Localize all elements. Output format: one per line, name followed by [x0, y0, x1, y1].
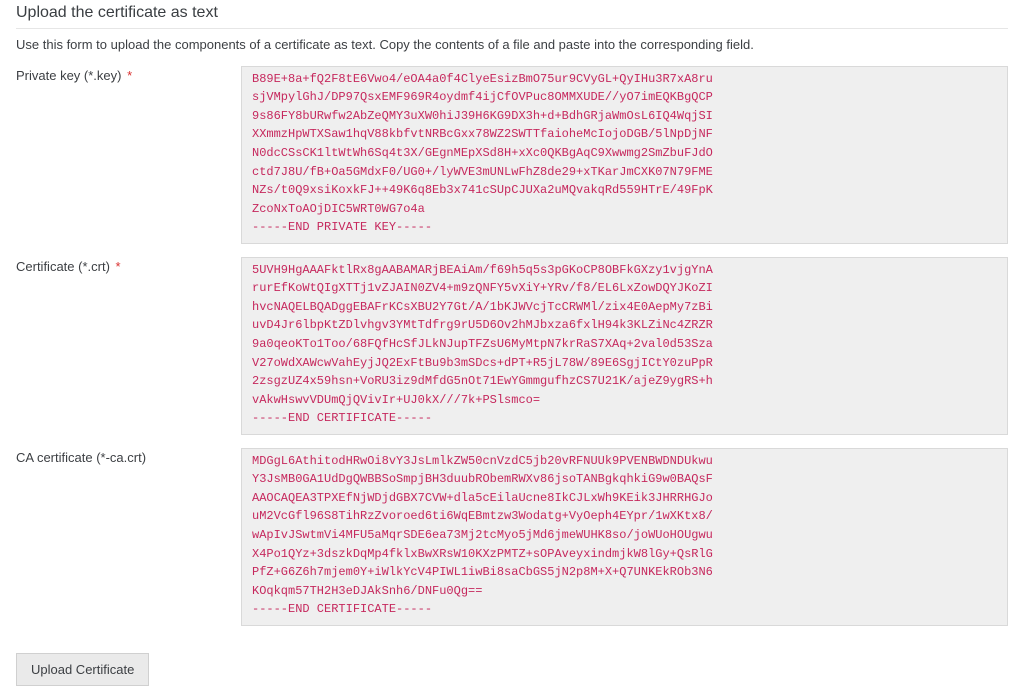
required-asterisk-icon: * — [121, 68, 132, 83]
certificate-label-text: Certificate (*.crt) — [16, 259, 110, 274]
required-asterisk-icon: * — [110, 259, 121, 274]
certificate-input[interactable] — [241, 257, 1008, 435]
ca-certificate-input[interactable] — [241, 448, 1008, 626]
private-key-row: Private key (*.key) * — [16, 66, 1008, 247]
page-title: Upload the certificate as text — [16, 4, 1008, 29]
private-key-label: Private key (*.key) * — [16, 66, 241, 83]
private-key-input[interactable] — [241, 66, 1008, 244]
intro-text: Use this form to upload the components o… — [16, 37, 1008, 52]
private-key-label-text: Private key (*.key) — [16, 68, 121, 83]
certificate-row: Certificate (*.crt) * — [16, 257, 1008, 438]
ca-certificate-label: CA certificate (*-ca.crt) — [16, 448, 241, 465]
certificate-label: Certificate (*.crt) * — [16, 257, 241, 274]
ca-certificate-label-text: CA certificate (*-ca.crt) — [16, 450, 146, 465]
upload-certificate-button[interactable]: Upload Certificate — [16, 653, 149, 686]
ca-certificate-row: CA certificate (*-ca.crt) — [16, 448, 1008, 629]
